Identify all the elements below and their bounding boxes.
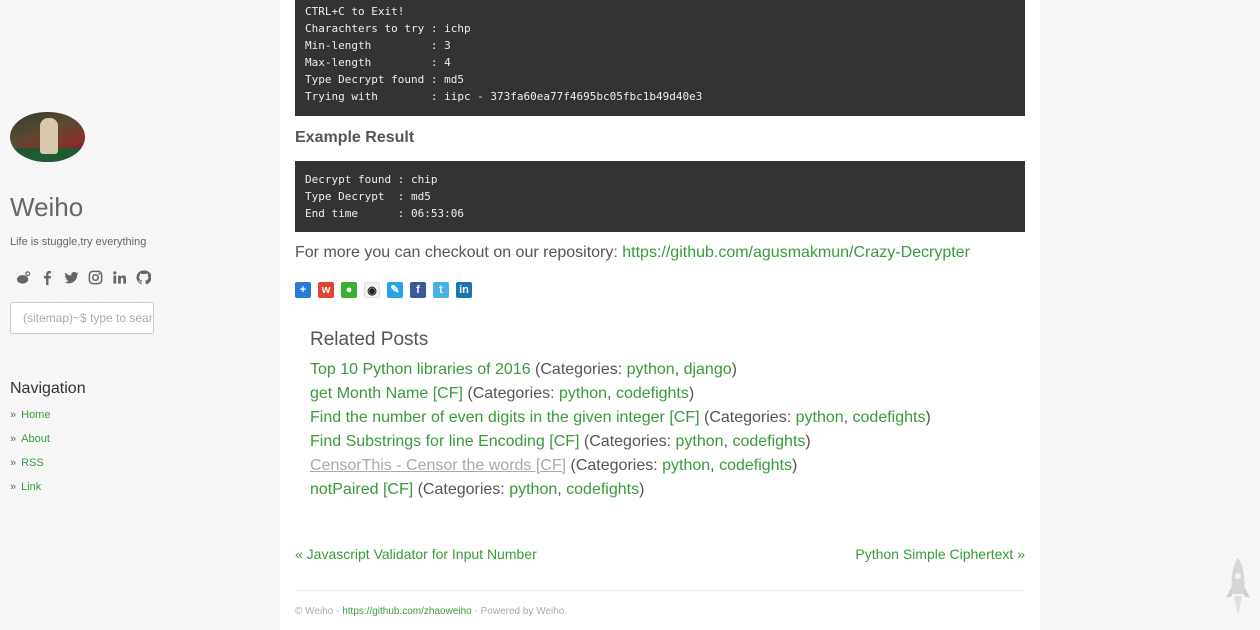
main-content: CTRL+C to Exit! Charachters to try : ich…	[280, 0, 1040, 630]
related-post-link[interactable]: Top 10 Python libraries of 2016	[310, 361, 531, 378]
category-link[interactable]: codefights	[853, 409, 926, 426]
related-post-item: notPaired [CF] (Categories: python, code…	[310, 481, 645, 498]
category-link[interactable]: python	[796, 409, 844, 426]
footer: © Weiho - https://github.com/zhaoweiho -…	[295, 606, 567, 617]
nav-item-rss: » RSS	[10, 454, 50, 478]
related-post-link[interactable]: notPaired [CF]	[310, 481, 413, 498]
tencent-share-icon[interactable]: ✎	[387, 282, 403, 298]
related-post-item: Find the number of even digits in the gi…	[310, 409, 931, 426]
bullet-icon: »	[10, 457, 17, 469]
category-link[interactable]: python	[559, 385, 607, 402]
facebook-share-icon[interactable]: f	[410, 282, 426, 298]
nav-item-about: » About	[10, 430, 50, 454]
category-link[interactable]: django	[684, 361, 732, 378]
footer-powered: - Powered by Weiho.	[471, 606, 568, 617]
weibo-icon[interactable]	[14, 269, 32, 285]
instagram-icon[interactable]	[86, 269, 104, 285]
repository-link[interactable]: https://github.com/agusmakmun/Crazy-Decr…	[622, 244, 970, 261]
categories-label: (Categories:	[413, 481, 510, 498]
bullet-icon: »	[10, 481, 17, 493]
category-link[interactable]: codefights	[732, 433, 805, 450]
category-link[interactable]: python	[509, 481, 557, 498]
category-link[interactable]: python	[627, 361, 675, 378]
search-input[interactable]	[10, 302, 154, 334]
related-post-link[interactable]: get Month Name [CF]	[310, 385, 463, 402]
code-block-output: CTRL+C to Exit! Charachters to try : ich…	[295, 0, 1025, 116]
category-link[interactable]: codefights	[566, 481, 639, 498]
wechat-share-icon[interactable]: ●	[341, 282, 357, 298]
footer-divider	[295, 590, 1025, 591]
bullet-icon: »	[10, 433, 17, 445]
linkedin-icon[interactable]	[110, 269, 128, 285]
twitter-share-icon[interactable]: t	[433, 282, 449, 298]
code-block-result: Decrypt found : chip Type Decrypt : md5 …	[295, 161, 1025, 232]
twitter-icon[interactable]	[62, 269, 80, 285]
nav-item-home: » Home	[10, 406, 50, 430]
bullet-icon: »	[10, 409, 17, 421]
nav-link-link[interactable]: Link	[21, 481, 41, 493]
nav-link-home[interactable]: Home	[21, 409, 50, 421]
avatar-figure	[40, 118, 58, 154]
category-link[interactable]: codefights	[616, 385, 689, 402]
categories-label: (Categories:	[566, 457, 663, 474]
footer-copyright: © Weiho -	[295, 606, 343, 617]
related-post-link[interactable]: Find Substrings for line Encoding [CF]	[310, 433, 579, 450]
share-plus-icon[interactable]: +	[295, 282, 311, 298]
categories-label: (Categories:	[579, 433, 676, 450]
related-posts-heading: Related Posts	[310, 329, 429, 350]
related-post-link-visited[interactable]: CensorThis - Censor the words [CF]	[310, 457, 566, 474]
example-result-heading: Example Result	[295, 129, 415, 146]
social-links	[14, 269, 152, 285]
github-icon[interactable]	[134, 269, 152, 285]
navigation-list: » Home » About » RSS » Link	[10, 406, 50, 502]
related-post-item: Top 10 Python libraries of 2016 (Categor…	[310, 361, 737, 378]
next-post-link[interactable]: Python Simple Ciphertext »	[855, 546, 1025, 562]
back-to-top-rocket-icon[interactable]	[1224, 556, 1252, 618]
category-link[interactable]: python	[662, 457, 710, 474]
related-posts-list: Top 10 Python libraries of 2016 (Categor…	[310, 358, 931, 502]
avatar[interactable]	[10, 112, 85, 162]
share-bar: + w ● ◉ ✎ f t in	[295, 282, 472, 298]
footer-github-link[interactable]: https://github.com/zhaoweiho	[342, 606, 472, 617]
site-title[interactable]: Weiho	[10, 192, 83, 223]
category-link[interactable]: codefights	[719, 457, 792, 474]
related-post-link[interactable]: Find the number of even digits in the gi…	[310, 409, 700, 426]
repository-text: For more you can checkout on our reposit…	[295, 244, 623, 261]
linkedin-share-icon[interactable]: in	[456, 282, 472, 298]
previous-post-link[interactable]: « Javascript Validator for Input Number	[295, 546, 537, 562]
navigation-title: Navigation	[10, 380, 86, 397]
site-tagline: Life is stuggle,try everything	[10, 236, 147, 248]
nav-link-rss[interactable]: RSS	[21, 457, 44, 469]
category-link[interactable]: python	[676, 433, 724, 450]
repository-paragraph: For more you can checkout on our reposit…	[295, 244, 970, 262]
related-post-item: Find Substrings for line Encoding [CF] (…	[310, 433, 811, 450]
categories-label: (Categories:	[699, 409, 796, 426]
related-post-item: CensorThis - Censor the words [CF] (Cate…	[310, 457, 798, 474]
nav-link-about[interactable]: About	[21, 433, 50, 445]
nav-item-link: » Link	[10, 478, 50, 502]
categories-label: (Categories:	[462, 385, 559, 402]
qq-share-icon[interactable]: ◉	[364, 282, 380, 298]
categories-label: (Categories:	[530, 361, 627, 378]
facebook-icon[interactable]	[38, 269, 56, 285]
related-post-item: get Month Name [CF] (Categories: python,…	[310, 385, 695, 402]
weibo-share-icon[interactable]: w	[318, 282, 334, 298]
